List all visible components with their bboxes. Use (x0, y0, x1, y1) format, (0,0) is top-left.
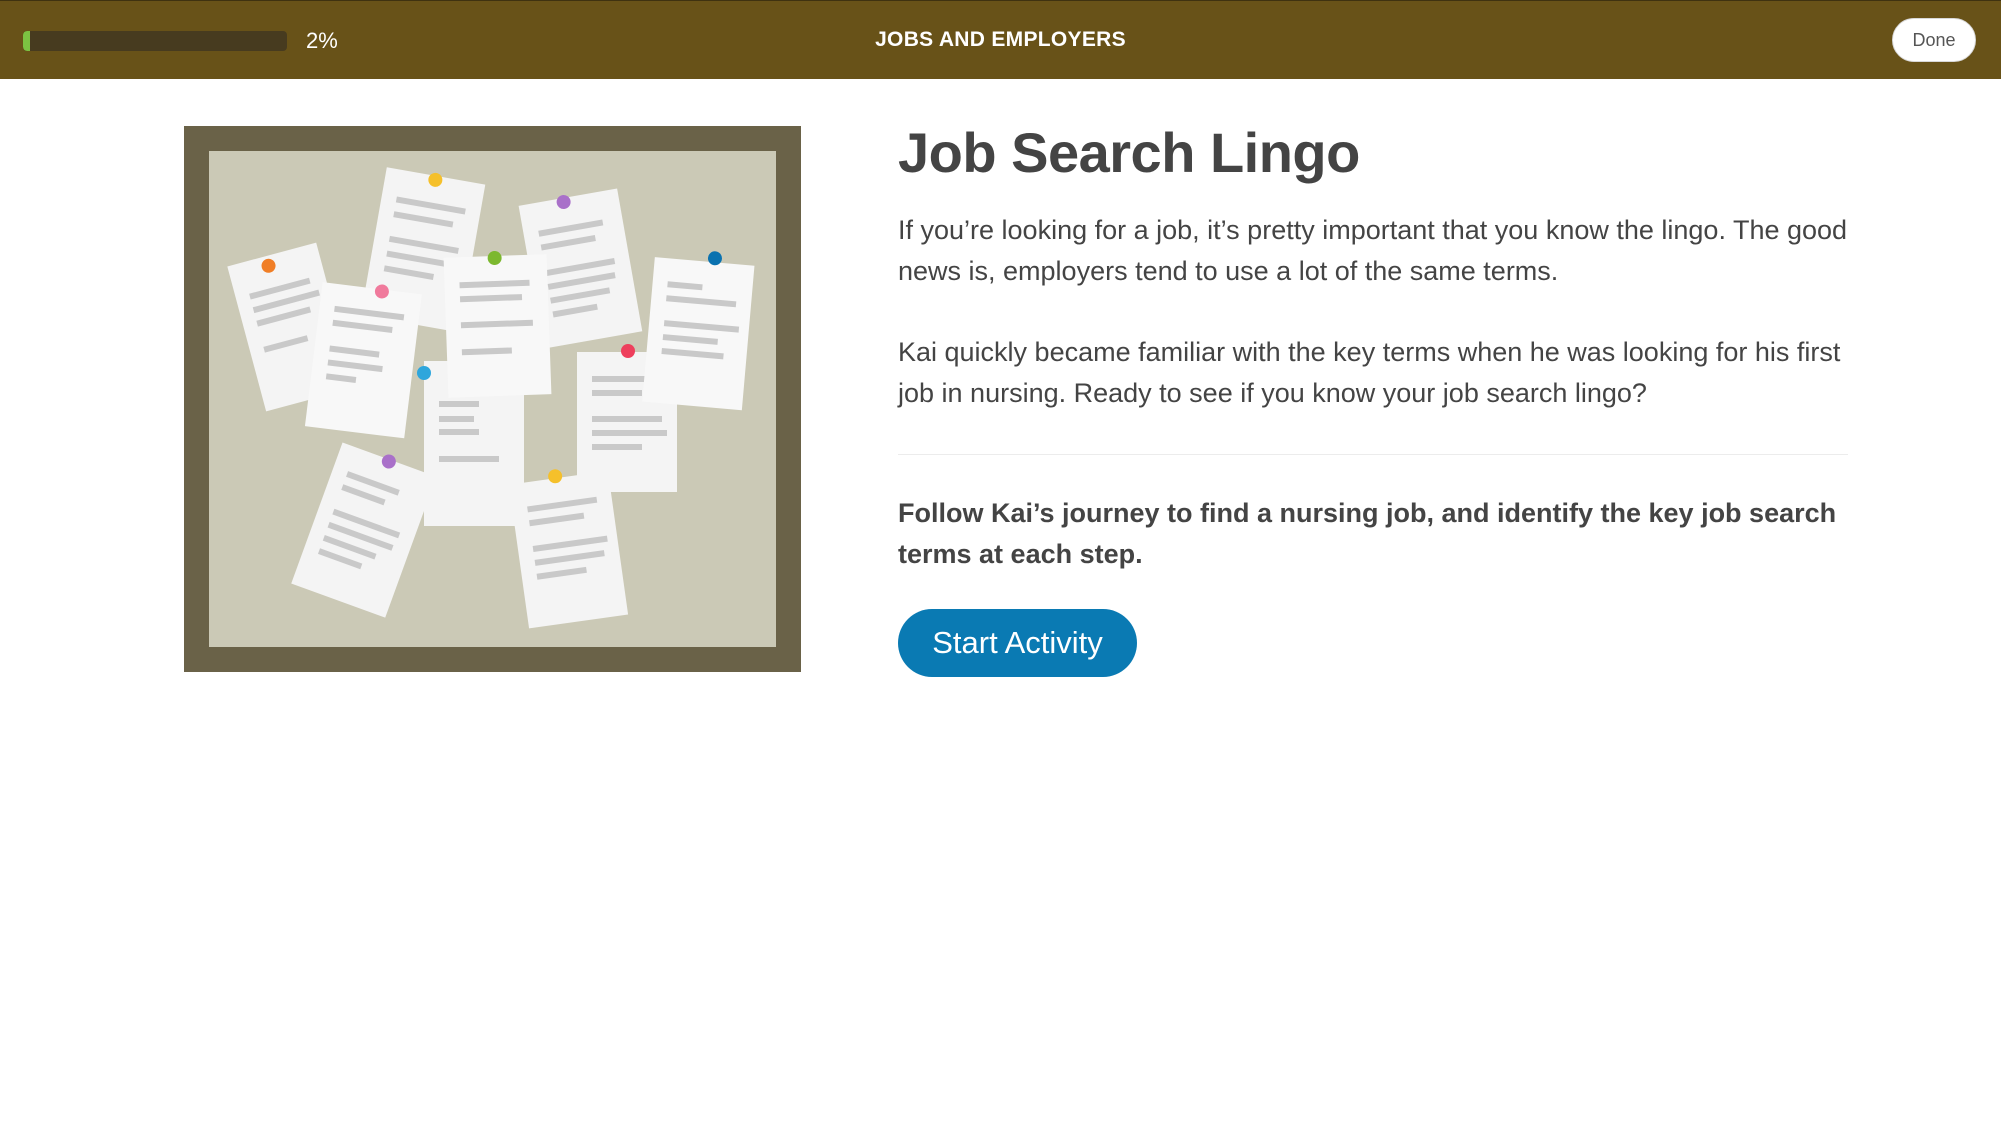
paper-note (508, 469, 629, 629)
start-activity-button[interactable]: Start Activity (898, 609, 1137, 677)
bulletin-board-icon (184, 126, 801, 672)
page-title: Job Search Lingo (898, 121, 1360, 184)
top-bar: 2% JOBS AND EMPLOYERS Done (0, 0, 2001, 79)
progress-bar-fill (23, 31, 30, 51)
done-button[interactable]: Done (1892, 18, 1976, 62)
divider (898, 454, 1848, 455)
intro-panel: Job Search Lingo If you’re looking for a… (898, 118, 1848, 677)
instruction-text: Follow Kai’s journey to find a nursing j… (898, 498, 1837, 569)
paper-note (304, 282, 422, 439)
module-title: JOBS AND EMPLOYERS (875, 28, 1126, 51)
paper-note (443, 251, 552, 398)
intro-paragraph-2: Kai quickly became familiar with the key… (898, 337, 1841, 408)
progress-percent: 2% (306, 28, 338, 53)
intro-paragraph-1: If you’re looking for a job, it’s pretty… (898, 215, 1848, 286)
progress-bar (23, 31, 287, 51)
paper-note (642, 251, 755, 411)
